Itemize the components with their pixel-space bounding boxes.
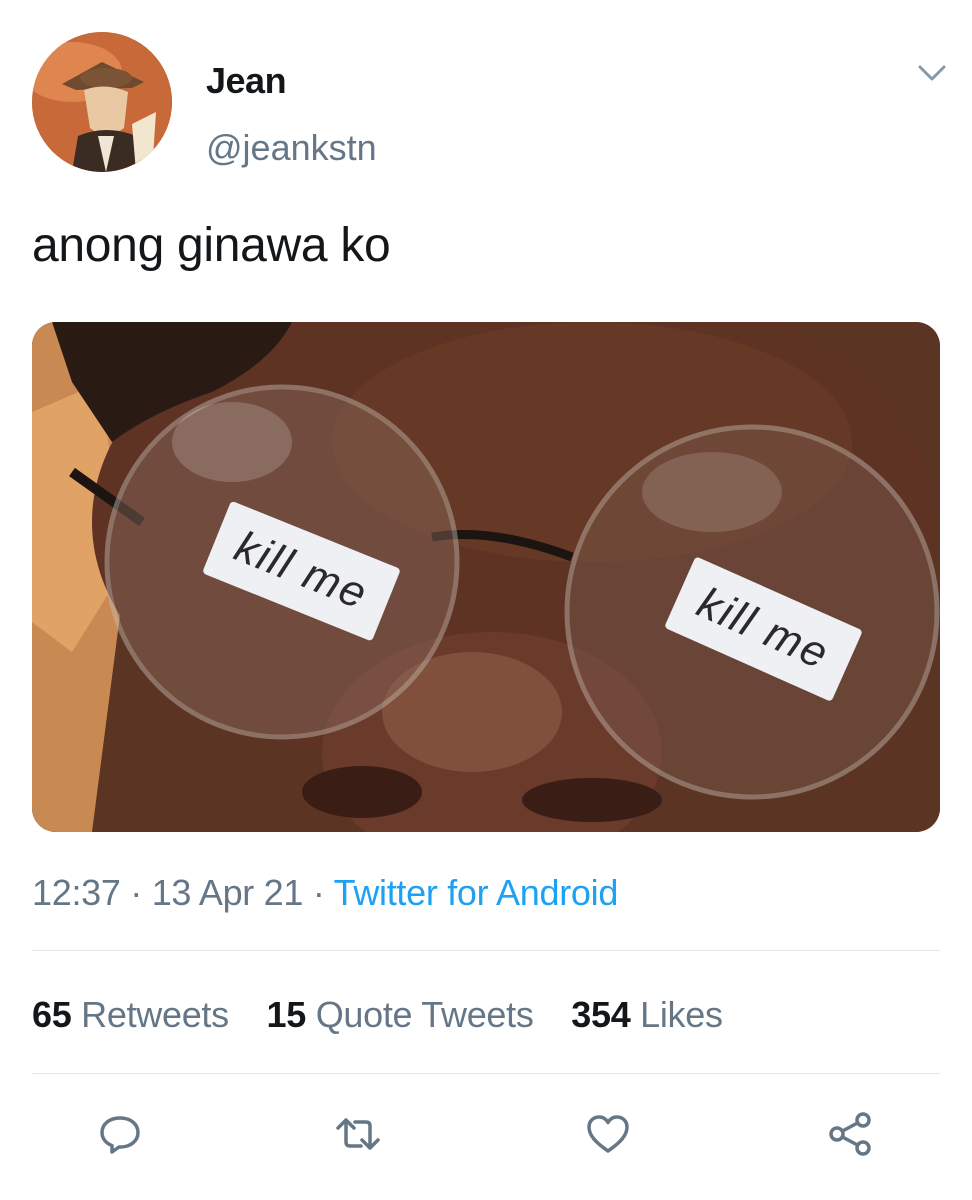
tweet-text: anong ginawa ko — [32, 219, 391, 272]
tweet-source-link[interactable]: Twitter for Android — [334, 872, 619, 913]
meta-separator: · — [312, 872, 325, 913]
reply-button[interactable] — [92, 1108, 148, 1160]
display-name[interactable]: Jean — [206, 60, 287, 102]
user-handle[interactable]: @jeankstn — [206, 127, 377, 169]
chevron-down-icon[interactable] — [916, 60, 948, 86]
quote-tweets-count: 15 — [266, 994, 307, 1035]
likes-count: 354 — [571, 994, 631, 1035]
retweet-icon — [336, 1118, 380, 1150]
tweet-meta: 12:37 · 13 Apr 21 · Twitter for Android — [32, 872, 618, 914]
quote-tweets-label: Quote Tweets — [315, 994, 534, 1035]
likes-label: Likes — [640, 994, 723, 1035]
tweet-media[interactable]: kill me kill me — [32, 322, 940, 832]
meme-image — [32, 322, 940, 832]
like-button[interactable] — [580, 1108, 636, 1160]
quote-tweets-stat[interactable]: 15 Quote Tweets — [267, 994, 534, 1036]
tweet-actions — [0, 1100, 972, 1170]
reply-icon — [100, 1116, 140, 1154]
like-icon — [587, 1115, 629, 1153]
tweet-header: Jean @jeankstn — [0, 0, 972, 200]
share-icon — [829, 1112, 871, 1156]
retweets-count: 65 — [32, 994, 72, 1035]
divider — [32, 950, 940, 951]
tweet-time[interactable]: 12:37 — [32, 872, 121, 913]
tweet-date[interactable]: 13 Apr 21 — [152, 872, 304, 913]
avatar-image — [32, 32, 172, 172]
retweets-stat[interactable]: 65 Retweets — [32, 994, 229, 1036]
avatar[interactable] — [32, 32, 172, 172]
divider — [32, 1073, 940, 1074]
retweets-label: Retweets — [81, 994, 229, 1035]
retweet-button[interactable] — [330, 1108, 386, 1160]
likes-stat[interactable]: 354 Likes — [571, 994, 723, 1036]
meta-separator: · — [130, 872, 142, 913]
tweet-stats: 65 Retweets 15 Quote Tweets 354 Likes — [32, 994, 751, 1036]
share-button[interactable] — [822, 1108, 878, 1160]
